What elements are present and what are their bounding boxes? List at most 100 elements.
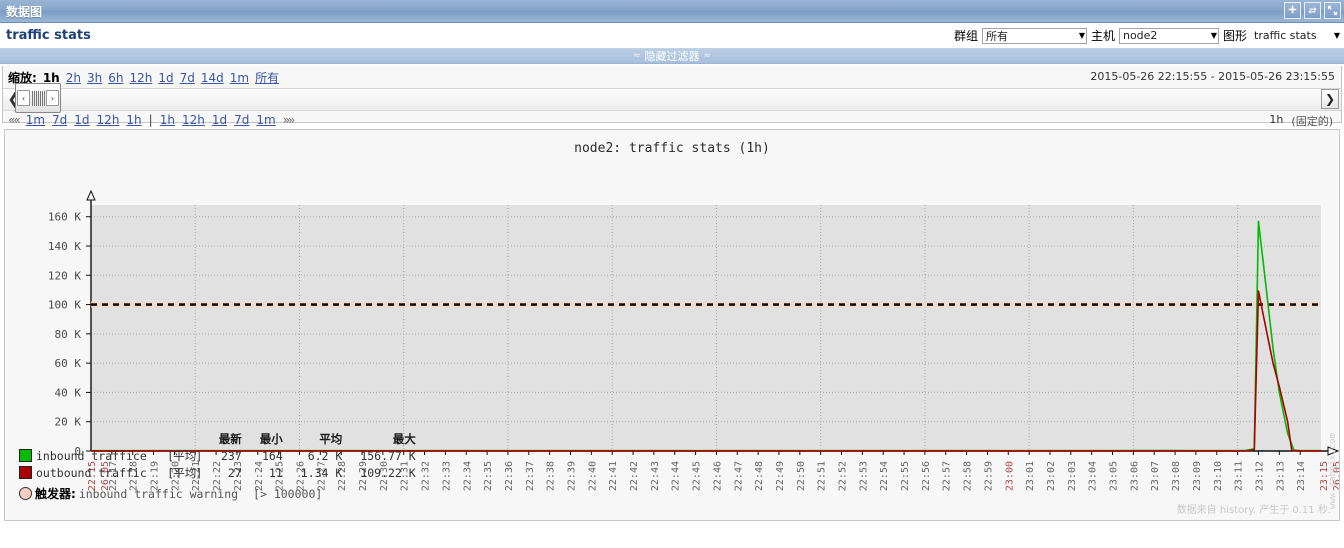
svg-text:20 K: 20 K	[55, 416, 82, 429]
zoom-option-all[interactable]: 所有	[255, 69, 279, 86]
legend-row: outbound traffic [平均] 27 11 1.34 K 109.22 K	[19, 465, 416, 482]
svg-text:160 K: 160 K	[48, 211, 81, 224]
nav-fwd-12h[interactable]: 12h	[182, 113, 205, 127]
zoom-option-1m[interactable]: 1m	[230, 71, 249, 85]
window-buttons	[1284, 2, 1341, 19]
legend-col-header: 平均	[319, 432, 343, 446]
nav-back-7d[interactable]: 7d	[52, 113, 67, 127]
group-select[interactable]: 所有 ▼	[981, 27, 1087, 44]
hide-filter-label: 隐藏过滤器	[644, 50, 700, 63]
trigger-expression: [> 100000]	[253, 486, 323, 501]
filter-controls: 群组 所有 ▼ 主机 node2 ▼ 图形 traffic stats ▼	[954, 27, 1341, 44]
nav-fwd-7d[interactable]: 7d	[234, 113, 249, 127]
fullscreen-icon[interactable]	[1324, 2, 1341, 19]
nav-prev-icon[interactable]: ««	[8, 113, 21, 127]
group-label: 群组	[953, 29, 978, 43]
window-title: 数据图	[6, 4, 43, 19]
legend-last: 27	[227, 466, 242, 480]
nav-back-12h[interactable]: 12h	[97, 113, 120, 127]
date-to[interactable]: 2015-05-26 23:15:55	[1218, 70, 1335, 83]
legend-col-header: 最新	[218, 432, 242, 446]
period-info: 1h (固定的)	[1269, 113, 1333, 129]
legend-color-swatch	[19, 465, 32, 479]
chart-panel: node2: traffic stats (1h) 0 20 K 40 K 60 K8…	[4, 129, 1340, 521]
period-label: 1h	[1269, 113, 1284, 126]
zoom-option-2h[interactable]: 2h	[66, 71, 81, 85]
graph-label: 图形	[1222, 29, 1247, 43]
fixed-label: (固定的)	[1291, 115, 1333, 128]
host-label: 主机	[1090, 29, 1115, 43]
window-title-bar: 数据图	[0, 0, 1344, 23]
time-nav-row: «« 1m 7d 1d 12h 1h | 1h 12h 1d 7d 1m »» …	[3, 111, 1341, 129]
host-select-value: node2	[1122, 29, 1158, 42]
legend-min: 164	[261, 449, 283, 463]
add-icon[interactable]	[1284, 2, 1301, 19]
graph-header: traffic stats 群组 所有 ▼ 主机 node2 ▼ 图形 traf…	[0, 23, 1344, 49]
time-scrollbar[interactable]: ❮ ‹ › ❯	[3, 83, 1341, 113]
legend-max: 156.77 K	[360, 449, 416, 463]
nav-fwd-1d[interactable]: 1d	[212, 113, 227, 127]
legend-series-name: outbound traffic	[36, 466, 147, 480]
svg-text:40 K: 40 K	[55, 386, 82, 399]
legend-col-header: 最大	[392, 432, 416, 446]
chevron-down-icon: ▼	[1333, 31, 1340, 40]
nav-next-icon[interactable]: »»	[283, 113, 296, 127]
handle-right-arrow-icon[interactable]: ›	[46, 90, 59, 106]
legend-color-swatch	[19, 448, 32, 462]
date-separator: -	[1210, 70, 1215, 83]
handle-left-arrow-icon[interactable]: ‹	[17, 90, 30, 106]
nav-back-1h[interactable]: 1h	[126, 113, 141, 127]
legend-aggregation: [平均]	[168, 466, 201, 480]
host-select[interactable]: node2 ▼	[1118, 27, 1219, 44]
hide-filter-bar[interactable]: ≈ 隐藏过滤器 ≈	[0, 49, 1344, 64]
svg-text:100 K: 100 K	[48, 299, 81, 312]
trigger-dot-icon	[19, 487, 32, 500]
trigger-name: inbound traffic warning	[78, 486, 239, 501]
nav-back-1m[interactable]: 1m	[26, 113, 45, 127]
date-from[interactable]: 2015-05-26 22:15:55	[1090, 70, 1207, 83]
trigger-row: 触发器: inbound traffic warning [> 100000]	[19, 485, 1339, 502]
chevron-up-icon: ≈	[703, 51, 712, 61]
legend-avg: 6.2 K	[307, 449, 343, 463]
legend-series-name: inbound traffice	[36, 449, 147, 463]
zoom-option-1d[interactable]: 1d	[158, 71, 173, 85]
scroll-right-button[interactable]: ❯	[1321, 89, 1339, 109]
legend-aggregation: [平均]	[168, 449, 201, 463]
graph-select-value: traffic stats	[1254, 29, 1317, 42]
nav-fwd-1h[interactable]: 1h	[160, 113, 175, 127]
legend-header-row: 最新 最小 平均 最大	[19, 431, 416, 448]
group-select-value: 所有	[985, 29, 1008, 43]
chart-title: node2: traffic stats (1h)	[574, 141, 770, 156]
legend-max: 109.22 K	[360, 466, 416, 480]
zoom-option-12h[interactable]: 12h	[129, 71, 152, 85]
time-filter-panel: 缩放: 1h 2h 3h 6h 12h 1d 7d 14d 1m 所有 2015…	[2, 66, 1342, 128]
legend-table: 最新 最小 平均 最大 inbound traffice [平均] 237 164 6.2 K…	[19, 431, 416, 482]
refresh-icon[interactable]	[1304, 2, 1321, 19]
graph-select[interactable]: traffic stats ▼	[1251, 27, 1341, 44]
zoom-option-3h[interactable]: 3h	[87, 71, 102, 85]
legend-last: 237	[220, 449, 242, 463]
svg-text:80 K: 80 K	[55, 328, 82, 341]
nav-fwd-1m[interactable]: 1m	[256, 113, 275, 127]
svg-text:60 K: 60 K	[55, 357, 82, 370]
zoom-option-14d[interactable]: 14d	[201, 71, 224, 85]
scrollbar-handle[interactable]: ‹ ›	[15, 83, 61, 113]
legend-row: inbound traffice [平均] 237 164 6.2 K 156.77 K	[19, 448, 416, 465]
nav-back-1d[interactable]: 1d	[74, 113, 89, 127]
legend-avg: 1.34 K	[300, 466, 343, 480]
chevron-down-icon: ▼	[1078, 31, 1085, 40]
svg-text:120 K: 120 K	[48, 269, 81, 282]
footer-note: 数据来自 history. 产生于 0.11 秒.	[1176, 505, 1331, 516]
legend-col-header: 最小	[259, 432, 283, 446]
zoom-option-7d[interactable]: 7d	[180, 71, 195, 85]
date-range: 2015-05-26 22:15:55 - 2015-05-26 23:15:5…	[1090, 70, 1335, 83]
nav-divider: |	[148, 113, 153, 127]
zoom-option-6h[interactable]: 6h	[108, 71, 123, 85]
grip-icon	[31, 90, 45, 106]
svg-text:140 K: 140 K	[48, 240, 81, 253]
chevron-down-icon: ▼	[1210, 31, 1217, 40]
page-title: traffic stats	[6, 28, 91, 43]
chevron-up-icon: ≈	[632, 51, 641, 61]
chart-legend: 最新 最小 平均 最大 inbound traffice [平均] 237 164 6.2 K…	[5, 431, 1339, 502]
trigger-label: 触发器:	[35, 487, 76, 501]
